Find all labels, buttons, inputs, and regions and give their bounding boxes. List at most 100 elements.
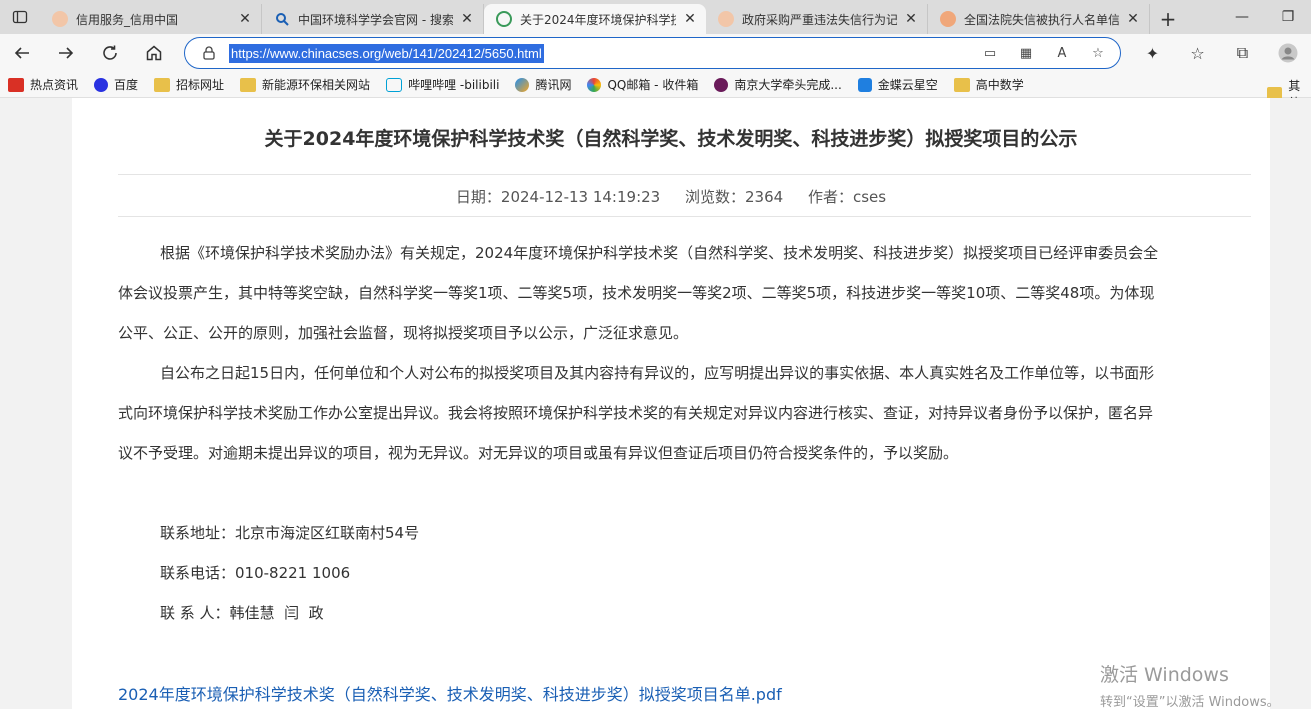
bookmark-label: 百度 [114,78,139,92]
favorites-icon[interactable]: ☆ [1175,37,1220,69]
tab-procurement[interactable]: 政府采购严重违法失信行为记录 ✕ [706,4,928,34]
tab-title: 中国环境科学学会官网 - 搜索 [298,12,453,27]
bookmark-label: QQ邮箱 - 收件箱 [607,78,699,92]
address-bar[interactable]: https://www.chinacses.org/web/141/202412… [184,37,1121,69]
bookmark-math[interactable]: 高中数学 [953,76,1024,93]
home-button[interactable] [132,37,176,69]
bookmark-bilibili[interactable]: 哔哩哔哩 -bilibili [386,76,499,93]
bookmark-label: 招标网址 [176,78,225,92]
watermark-title: 激活 Windows [1100,664,1229,686]
contact-person: 联 系 人：韩佳慧 闫 政 [160,604,324,622]
tab-title: 信用服务_信用中国 [76,12,179,27]
tab-court[interactable]: 全国法院失信被执行人名单信息 ✕ [928,4,1150,34]
close-tab-icon[interactable]: ✕ [682,11,698,27]
back-arrow-icon [14,47,29,59]
bookmark-hot-news[interactable]: 热点资讯 [8,76,78,93]
cses-favicon-icon [496,11,512,27]
toolbar: https://www.chinacses.org/web/141/202412… [0,34,1311,72]
bookmark-new-energy[interactable]: 新能源环保相关网站 [240,76,370,93]
web-page: 关于2024年度环境保护科学技术奖（自然科学奖、技术发明奖、科技进步奖）拟授奖项… [0,98,1311,709]
divider [118,174,1251,175]
forward-arrow-icon [59,47,74,59]
bookmark-nju[interactable]: 南京大学牵头完成... [714,76,842,93]
contact-phone: 联系电话：010-8221 1006 [160,564,351,582]
bookmark-baidu[interactable]: 百度 [94,76,138,93]
paragraph-1-line-1: 根据《环境保护科学技术奖励办法》有关规定，2024年度环境保护科学技术奖（自然科… [160,244,1159,262]
bookmark-label: 南京大学牵头完成... [734,78,842,92]
extensions-icon[interactable]: ✦ [1130,37,1175,69]
article-container: 关于2024年度环境保护科学技术奖（自然科学奖、技术发明奖、科技进步奖）拟授奖项… [72,98,1270,709]
collections-icon[interactable]: ⧉ [1220,37,1265,69]
folder-icon [154,77,171,92]
bookmark-kingdee[interactable]: 金蝶云星空 [857,76,938,93]
plus-icon: + [1159,7,1177,31]
bookmark-label: 哔哩哔哩 -bilibili [408,78,500,92]
search-favicon-icon [274,11,290,27]
read-aloud-icon[interactable]: A [1052,43,1072,63]
article-author: 作者：cses [807,188,887,206]
attachment-pdf-link[interactable]: 2024年度环境保护科学技术奖（自然科学奖、技术发明奖、科技进步奖）拟授奖项目名… [118,681,782,705]
browser-tools: ✦ ☆ ⧉ [1130,37,1310,69]
back-button[interactable] [0,37,44,69]
paragraph-1-line-2: 体会议投票产生，其中特等奖空缺，自然科学奖一等奖1项、二等奖5项，技术发明奖一等… [118,284,1155,302]
window-controls: — ❐ [1219,0,1311,34]
paragraph-2-line-2: 式向环境保护科学技术奖励工作办公室提出异议。我会将按照环境保护科学技术奖的有关规… [118,404,1154,422]
court-favicon-icon [940,11,956,27]
article-title: 关于2024年度环境保护科学技术奖（自然科学奖、技术发明奖、科技进步奖）拟授奖项… [264,128,1078,150]
tab-strip: 信用服务_信用中国 ✕ 中国环境科学学会官网 - 搜索 ✕ 关于2024年度环境… [0,0,1311,34]
divider [118,216,1251,217]
bookmark-label: 金蝶云星空 [877,78,938,92]
tab-active-article[interactable]: 关于2024年度环境保护科学技术奖 ✕ [484,4,706,34]
tab-actions-icon [12,10,28,24]
tab-title: 政府采购严重违法失信行为记录 [742,12,897,27]
refresh-button[interactable] [88,37,132,69]
article-views: 浏览数：2364 [685,188,784,206]
tab-title: 全国法院失信被执行人名单信息 [964,12,1119,27]
folder-icon [240,77,257,92]
kingdee-icon [857,77,872,92]
paragraph-2-line-3: 议不予受理。对逾期未提出异议的项目，视为无异议。对无异议的项目或虽有异议但查证后… [118,444,959,462]
bookmark-label: 新能源环保相关网站 [262,78,371,92]
bookmarks-bar: 热点资讯 百度 招标网址 新能源环保相关网站 哔哩哔哩 -bilibili 腾讯… [0,72,1311,110]
home-icon [146,45,162,61]
tab-search[interactable]: 中国环境科学学会官网 - 搜索 ✕ [262,4,484,34]
add-favorite-icon[interactable]: ☆ [1088,43,1108,63]
close-tab-icon[interactable]: ✕ [459,11,475,27]
tab-actions-button[interactable] [0,0,40,34]
app-available-icon[interactable]: ▭ [980,43,1000,63]
windows-activation-watermark: 激活 Windows 转到“设置”以激活 Windows。 [1100,660,1280,709]
minimize-button[interactable]: — [1219,9,1265,25]
bookmark-bidding[interactable]: 招标网址 [154,76,224,93]
article-date: 日期：2024-12-13 14:19:23 [455,188,661,206]
folder-icon [953,77,970,92]
hot-news-icon [8,77,24,92]
close-tab-icon[interactable]: ✕ [237,11,253,27]
article-meta: 日期：2024-12-13 14:19:23 浏览数：2364 作者：cses [72,186,1270,207]
refresh-icon [103,45,117,60]
bookmark-label: 热点资讯 [30,78,79,92]
profile-avatar[interactable] [1265,37,1310,69]
close-tab-icon[interactable]: ✕ [903,11,919,27]
nju-logo-icon [714,77,729,92]
lock-icon[interactable] [201,45,217,61]
watermark-subtitle: 转到“设置”以激活 Windows。 [1100,695,1280,709]
procurement-favicon-icon [718,11,734,27]
baidu-paw-icon [94,77,109,92]
bookmark-qq-mail[interactable]: QQ邮箱 - 收件箱 [587,76,698,93]
close-tab-icon[interactable]: ✕ [1125,11,1141,27]
bookmark-label: 高中数学 [975,78,1024,92]
new-tab-button[interactable]: + [1150,4,1186,34]
url-text[interactable]: https://www.chinacses.org/web/141/202412… [229,43,544,63]
bookmark-tencent[interactable]: 腾讯网 [515,76,571,93]
address-bar-actions: ▭ ▦ A ☆ [980,43,1120,63]
qr-code-icon[interactable]: ▦ [1016,43,1036,63]
bookmark-label: 腾讯网 [535,78,572,92]
tab-credit-china[interactable]: 信用服务_信用中国 ✕ [40,4,262,34]
paragraph-2-line-1: 自公布之日起15日内，任何单位和个人对公布的拟授奖项目及其内容持有异议的，应写明… [160,364,1155,382]
tab-title: 关于2024年度环境保护科学技术奖 [520,12,676,27]
forward-button[interactable] [44,37,88,69]
contact-address: 联系地址：北京市海淀区红联南村54号 [160,524,420,542]
credit-china-favicon-icon [52,11,68,27]
restore-button[interactable]: ❐ [1265,9,1311,25]
qq-mail-icon [587,77,602,92]
